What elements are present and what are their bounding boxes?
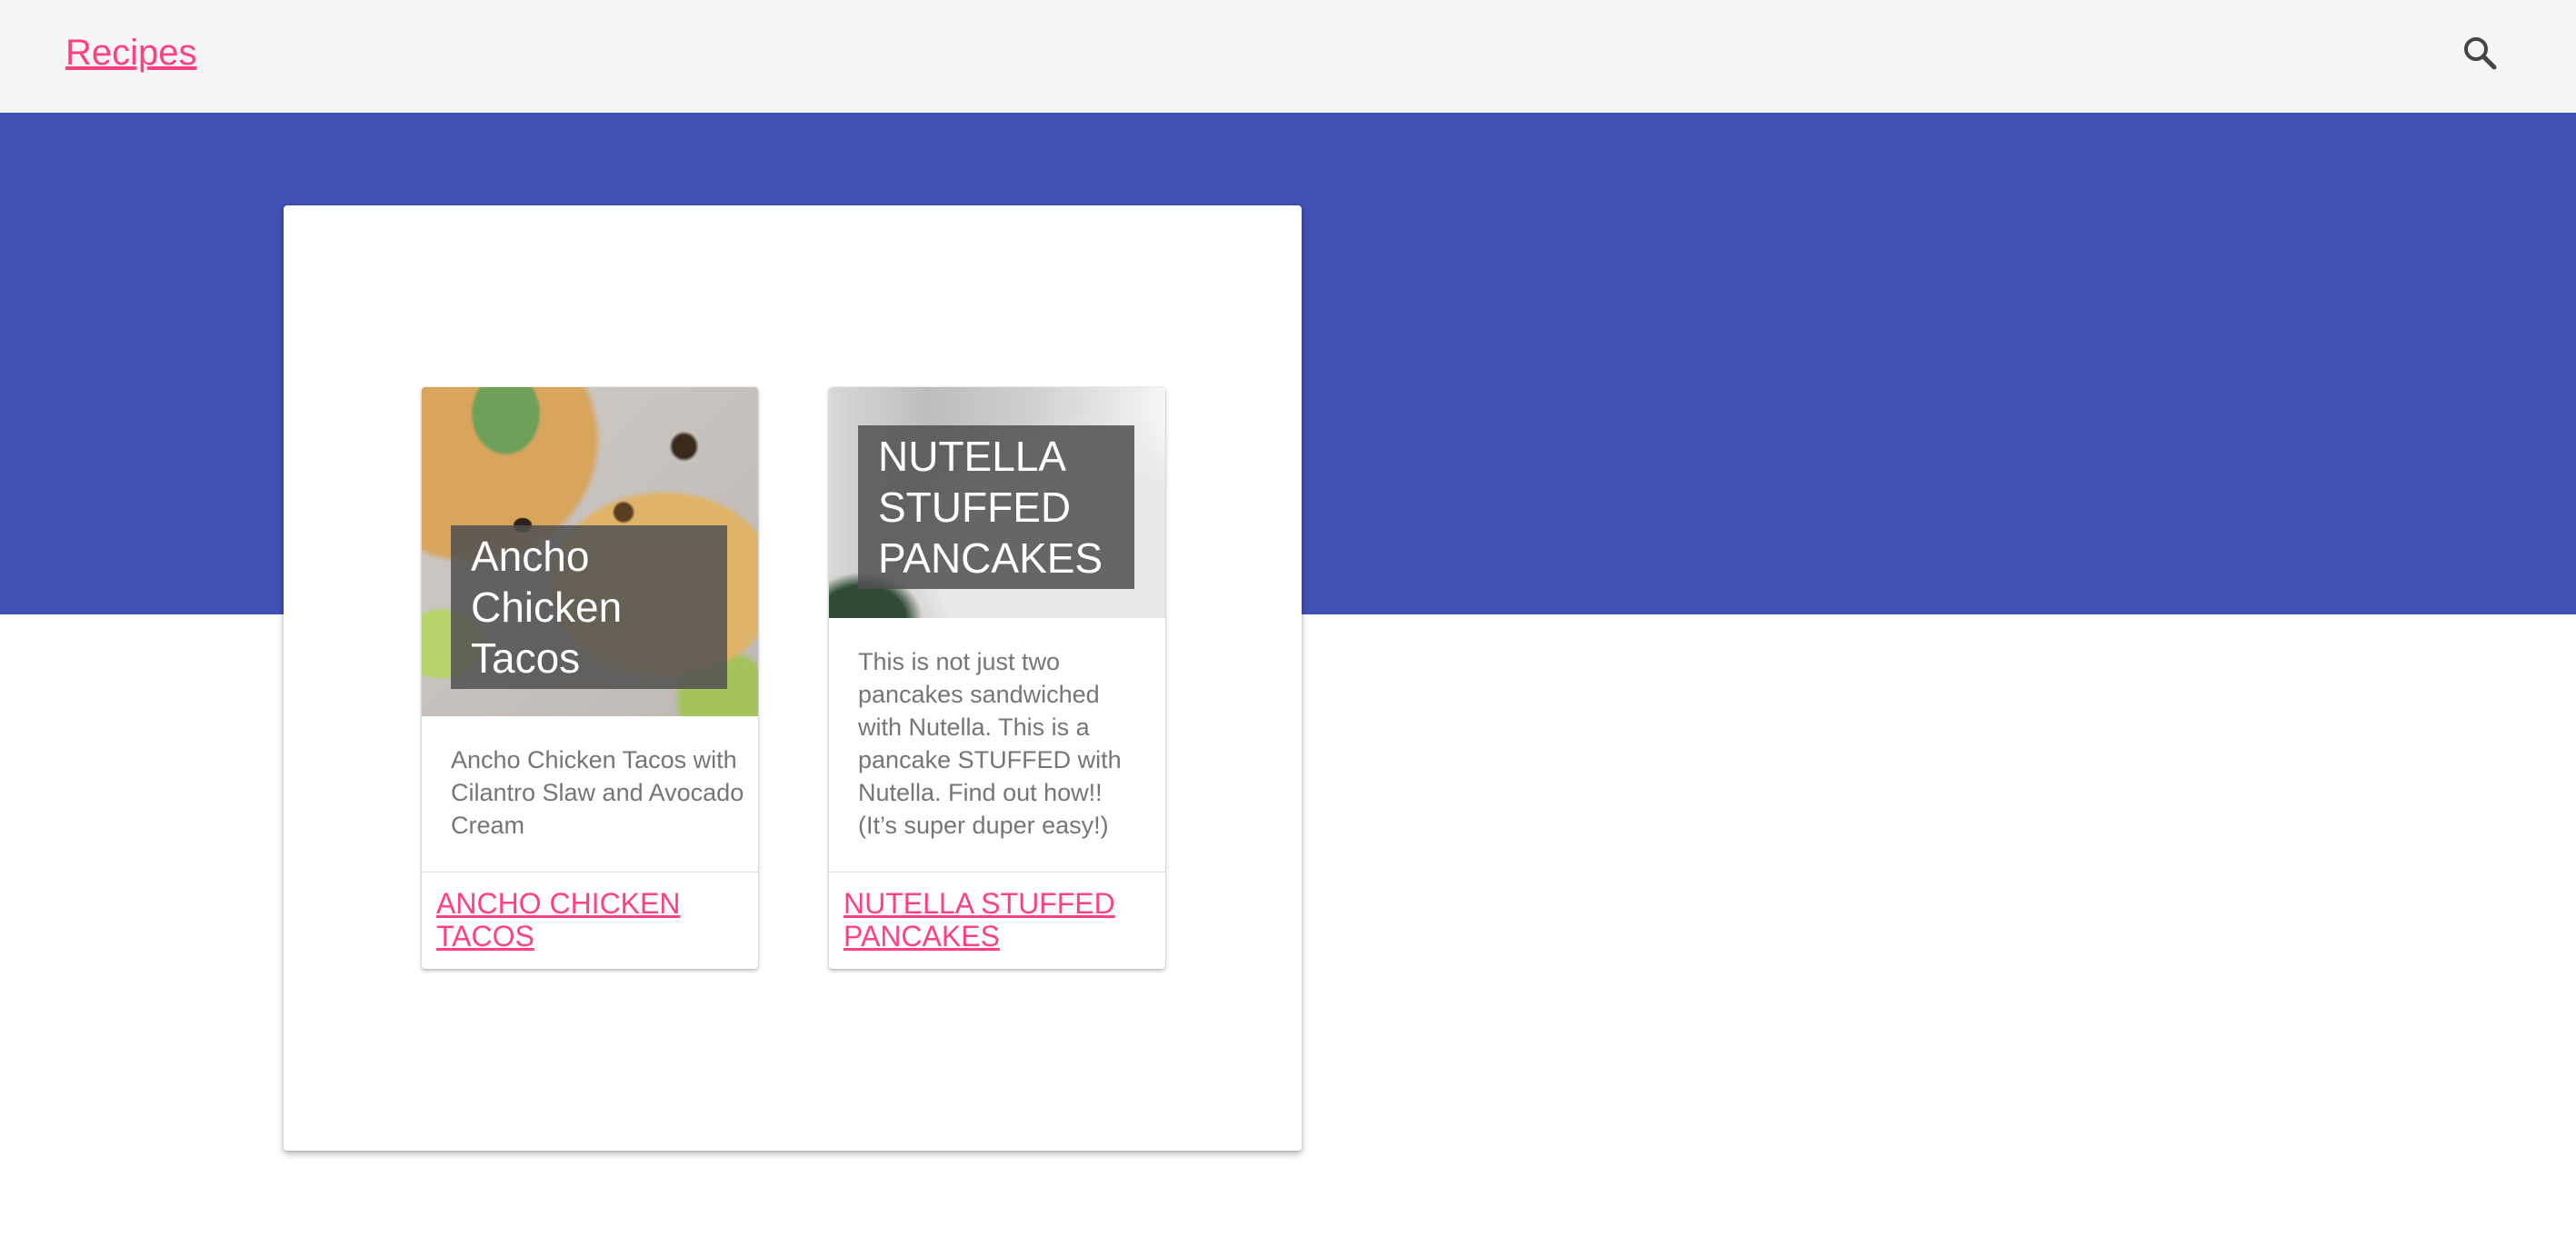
recipe-description: Ancho Chicken Tacos with Cilantro Slaw a… bbox=[422, 716, 758, 873]
app-title-link[interactable]: Recipes bbox=[65, 29, 197, 76]
recipe-image-tacos: Ancho Chicken Tacos bbox=[422, 387, 758, 716]
card-actions: NUTELLA STUFFED PANCAKES bbox=[829, 873, 1165, 969]
recipe-description: This is not just two pancakes sandwiched… bbox=[829, 618, 1165, 873]
top-toolbar: Recipes bbox=[0, 0, 2576, 113]
recipe-link-ancho-chicken-tacos[interactable]: ANCHO CHICKEN TACOS bbox=[436, 887, 745, 953]
card-actions: ANCHO CHICKEN TACOS bbox=[422, 873, 758, 969]
recipe-card-ancho-chicken-tacos: Ancho Chicken Tacos Ancho Chicken Tacos … bbox=[422, 387, 758, 969]
search-button[interactable] bbox=[2454, 27, 2509, 82]
recipe-image-title: Ancho Chicken Tacos bbox=[451, 525, 727, 689]
recipe-link-nutella-stuffed-pancakes[interactable]: NUTELLA STUFFED PANCAKES bbox=[844, 887, 1153, 953]
recipe-card-nutella-stuffed-pancakes: NUTELLA STUFFED PANCAKES This is not jus… bbox=[829, 387, 1165, 969]
recipe-image-title: NUTELLA STUFFED PANCAKES bbox=[858, 425, 1134, 589]
search-icon bbox=[2464, 37, 2497, 70]
recipe-image-pancakes: NUTELLA STUFFED PANCAKES bbox=[829, 387, 1165, 618]
recipes-panel: Ancho Chicken Tacos Ancho Chicken Tacos … bbox=[284, 205, 1302, 1151]
